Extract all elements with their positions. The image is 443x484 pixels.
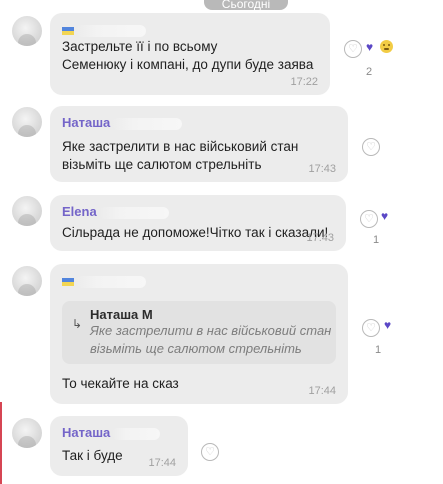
message-text-line: Семенюку і компані, до дупи буде заява bbox=[62, 57, 314, 72]
sender-name[interactable]: Наташа bbox=[62, 425, 176, 441]
redacted-name bbox=[112, 117, 183, 130]
heart-outline-icon[interactable]: ♡ bbox=[360, 210, 378, 228]
message-bubble[interactable]: Наташа Так і буде 17:44 bbox=[50, 416, 188, 476]
sender-name[interactable]: Наташа bbox=[62, 115, 336, 131]
message-bubble[interactable]: ↳ Наташа М Яке застрелити в нас військов… bbox=[50, 264, 348, 404]
message-time: 17:43 bbox=[308, 163, 336, 175]
redacted-name bbox=[98, 206, 169, 219]
reaction-count: 1 bbox=[375, 344, 382, 356]
redacted-name bbox=[76, 24, 146, 37]
message-text-line: візьміть ще салютом стрельніть bbox=[62, 157, 262, 172]
sender-name[interactable] bbox=[62, 22, 318, 38]
message-time: 17:44 bbox=[148, 457, 176, 469]
reply-arrow-icon: ↳ bbox=[72, 317, 83, 331]
reply-preview[interactable]: ↳ Наташа М Яке застрелити в нас військов… bbox=[62, 301, 336, 364]
ukraine-flag-icon bbox=[62, 277, 74, 286]
message-text-line: То чекайте на сказ bbox=[62, 376, 179, 391]
message-time: 17:22 bbox=[290, 76, 318, 88]
heart-outline-icon[interactable]: ♡ bbox=[362, 319, 380, 337]
message-text-line: Яке застрелити в нас військовий стан bbox=[62, 139, 299, 154]
ukraine-flag-icon bbox=[62, 26, 74, 35]
heart-outline-icon[interactable]: ♡ bbox=[362, 138, 380, 156]
reply-text-line: Яке застрелити в нас військовий стан bbox=[90, 323, 332, 338]
reaction-count: 2 bbox=[366, 66, 373, 78]
sender-name[interactable]: Elena bbox=[62, 204, 334, 220]
reaction-count: 1 bbox=[373, 234, 380, 246]
message-time: 17:44 bbox=[308, 385, 336, 397]
redacted-name bbox=[112, 427, 161, 440]
heart-outline-icon[interactable]: ♡ bbox=[344, 40, 362, 58]
message-bubble[interactable]: Elena Сільрада не допоможе!Чітко так і с… bbox=[50, 195, 346, 251]
smile-emoji-icon[interactable] bbox=[380, 40, 393, 53]
avatar[interactable] bbox=[12, 266, 42, 296]
redacted-name bbox=[76, 275, 146, 288]
purple-heart-icon[interactable]: ♥ bbox=[381, 209, 388, 223]
sender-name[interactable] bbox=[62, 273, 336, 289]
message-time: 17:43 bbox=[306, 232, 334, 244]
avatar[interactable] bbox=[12, 107, 42, 137]
avatar[interactable] bbox=[12, 196, 42, 226]
reply-text-line: візьміть ще салютом стрельніть bbox=[90, 341, 302, 356]
message-text-line: Застрельте її і по всьому bbox=[62, 39, 218, 54]
unread-marker bbox=[0, 402, 2, 484]
heart-outline-icon[interactable]: ♡ bbox=[201, 443, 219, 461]
reply-sender-name: Наташа М bbox=[90, 307, 153, 322]
date-pill: Сьогодні bbox=[204, 0, 288, 11]
avatar[interactable] bbox=[12, 16, 42, 46]
message-bubble[interactable]: Застрельте її і по всьому Семенюку і ком… bbox=[50, 13, 330, 95]
message-text-line: Сільрада не допоможе!Чітко так і сказали… bbox=[62, 225, 329, 240]
message-bubble[interactable]: Наташа Яке застрелити в нас військовий с… bbox=[50, 106, 348, 182]
avatar[interactable] bbox=[12, 418, 42, 448]
purple-heart-icon[interactable]: ♥ bbox=[384, 318, 391, 332]
purple-heart-icon[interactable]: ♥ bbox=[366, 40, 373, 54]
